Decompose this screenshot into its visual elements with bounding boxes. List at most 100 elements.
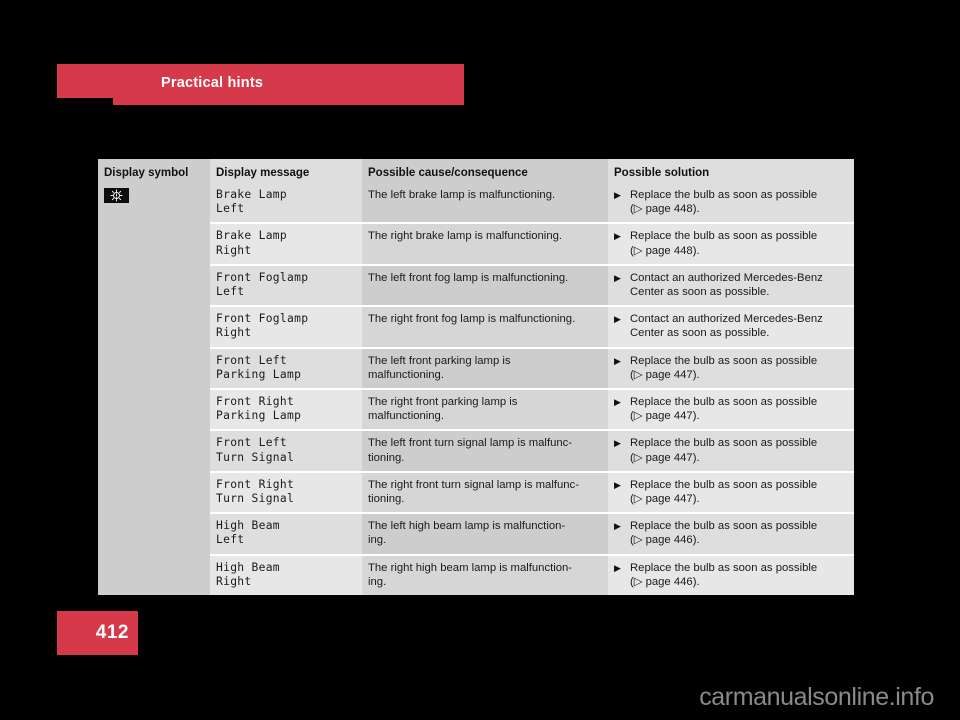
solution-line: ▶ Replace the bulb as soon as possible [614,561,848,575]
solution-text: (▷ page 448). [630,244,700,257]
cause-line: ing. [368,575,387,588]
solution-text: (▷ page 447). [630,451,700,464]
solution-text: Replace the bulb as soon as possible [630,561,818,574]
table-row: Front Foglamp Left The left front fog lam… [98,263,854,307]
solution-bullet-icon: ▶ [614,272,621,283]
possible-solution-cell: ▶ Replace the bulb as soon as possible (▷ … [608,429,854,472]
cause-line: The left brake lamp is malfunctioning. [368,189,556,201]
possible-cause-cell: The right front fog lamp is malfunctioni… [362,305,608,348]
lamp-bulb-warning-icon [104,188,129,203]
column-header-possible-cause: Possible cause/consequence [362,159,608,183]
display-message-cell: Front Left Turn Signal [210,429,362,472]
column-header-display-symbol: Display symbol [98,159,210,183]
solution-text: Replace the bulb as soon as possible [630,396,818,409]
page-number-block: 412 [57,611,138,655]
watermark: carmanualsonline.info [699,683,934,711]
cause-line: The right front parking lamp is [368,396,518,409]
table-header-row: Display symbol Display message Possible … [98,159,854,183]
solution-text: Center as soon as possible. [630,286,770,299]
solution-text: Replace the bulb as soon as possible [630,437,818,450]
solution-bullet-icon: ▶ [614,397,621,408]
possible-solution-cell: ▶ Replace the bulb as soon as possible (▷ … [608,553,854,596]
solution-line: (▷ page 446). [614,575,848,589]
solution-text: (▷ page 447). [630,493,700,506]
cause-line: malfunctioning. [368,368,444,381]
possible-solution-cell: ▶ Contact an authorized Mercedes-Benz Cent… [608,263,854,307]
possible-cause-cell: The right brake lamp is malfunctioning. [362,222,608,265]
display-message-cell: Front Right Parking Lamp [210,388,362,431]
display-symbol-cell [98,183,210,596]
display-message-cell: Front Foglamp Right [210,305,362,348]
solution-line: ▶ Replace the bulb as soon as possible [614,519,848,533]
display-message-cell: Front Left Parking Lamp [210,346,362,390]
display-message-cell: Brake Lamp Left [210,183,362,224]
cause-line: The left front turn signal lamp is malfu… [368,437,573,450]
solution-line: ▶ Contact an authorized Mercedes-Benz [614,312,848,326]
cause-line: ing. [368,534,387,547]
solution-text: (▷ page 447). [630,368,700,381]
page-title: Practical hints [161,75,264,91]
solution-line: ▶ Replace the bulb as soon as possible [614,354,848,368]
solution-bullet-icon: ▶ [614,314,621,325]
solution-line: ▶ Replace the bulb as soon as possible [614,436,848,450]
table-row: High Beam Left The left high beam lamp is… [98,512,854,555]
display-message-cell: High Beam Left [210,512,362,555]
possible-cause-cell: The right front turn signal lamp is malf… [362,470,608,514]
solution-line: (▷ page 447). [614,409,848,423]
possible-cause-cell: The right high beam lamp is malfunction-… [362,553,608,596]
solution-text: (▷ page 446). [630,575,700,588]
page-number: 412 [95,622,129,643]
solution-bullet-icon: ▶ [614,479,621,490]
solution-text: Contact an authorized Mercedes-Benz [630,313,823,326]
solution-line: ▶ Contact an authorized Mercedes-Benz [614,271,848,285]
solution-bullet-icon: ▶ [614,190,621,200]
solution-bullet-icon: ▶ [614,231,621,242]
chapter-banner-tab [57,64,117,98]
possible-cause-cell: The left brake lamp is malfunctioning. [362,183,608,224]
solution-line: (▷ page 448). [614,202,848,216]
possible-cause-cell: The left front parking lamp is malfunctio… [362,346,608,390]
possible-solution-cell: ▶ Contact an authorized Mercedes-Benz Cent… [608,305,854,348]
column-header-display-message: Display message [210,159,362,183]
display-message-cell: Front Right Turn Signal [210,470,362,514]
cause-line: tioning. [368,493,405,506]
solution-line: ▶ Replace the bulb as soon as possible [614,229,848,243]
solution-line: ▶ Replace the bulb as soon as possible [614,188,848,202]
solution-text: Replace the bulb as soon as possible [630,354,818,367]
possible-solution-cell: ▶ Replace the bulb as soon as possible (▷ … [608,512,854,555]
cause-line: The right high beam lamp is malfunction- [368,561,573,574]
solution-bullet-icon: ▶ [614,438,621,449]
table-row: Front Left Parking Lamp The left front pa… [98,346,854,390]
table-row: Front Left Turn Signal The left front tur… [98,429,854,472]
solution-line: Center as soon as possible. [614,285,848,299]
solution-text: Center as soon as possible. [630,327,770,340]
solution-line: (▷ page 446). [614,533,848,547]
solution-text: Replace the bulb as soon as possible [630,478,818,491]
cause-line: The left high beam lamp is malfunction- [368,520,566,533]
solution-text: Replace the bulb as soon as possible [630,230,818,243]
solution-line: (▷ page 447). [614,451,848,465]
cause-line: malfunctioning. [368,410,444,423]
solution-text: Contact an authorized Mercedes-Benz [630,271,823,284]
cause-line: The right front turn signal lamp is malf… [368,478,579,491]
solution-line: ▶ Replace the bulb as soon as possible [614,478,848,492]
solution-line: (▷ page 447). [614,492,848,506]
solution-line: (▷ page 447). [614,368,848,382]
table-row: Front Foglamp Right The right front fog l… [98,305,854,348]
table-row: Brake Lamp Right The right brake lamp is … [98,222,854,265]
solution-line: ▶ Replace the bulb as soon as possible [614,395,848,409]
solution-line: Center as soon as possible. [614,326,848,340]
solution-text: Replace the bulb as soon as possible [630,189,818,201]
table-row: Front Right Turn Signal The right front t… [98,470,854,514]
table-row: Brake Lamp Left The left brake lamp is ma… [98,183,854,596]
solution-text: (▷ page 448). [630,203,700,216]
cause-line: The left front fog lamp is malfunctionin… [368,271,569,284]
cause-line: The right brake lamp is malfunctioning. [368,230,563,243]
solution-bullet-icon: ▶ [614,562,621,573]
possible-cause-cell: The left high beam lamp is malfunction-i… [362,512,608,555]
solution-bullet-icon: ▶ [614,355,621,366]
possible-solution-cell: ▶ Replace the bulb as soon as possible (▷ … [608,470,854,514]
table-row: High Beam Right The right high beam lamp … [98,553,854,596]
possible-solution-cell: ▶ Replace the bulb as soon as possible (▷ … [608,346,854,390]
cause-line: The right front fog lamp is malfunctioni… [368,313,576,326]
